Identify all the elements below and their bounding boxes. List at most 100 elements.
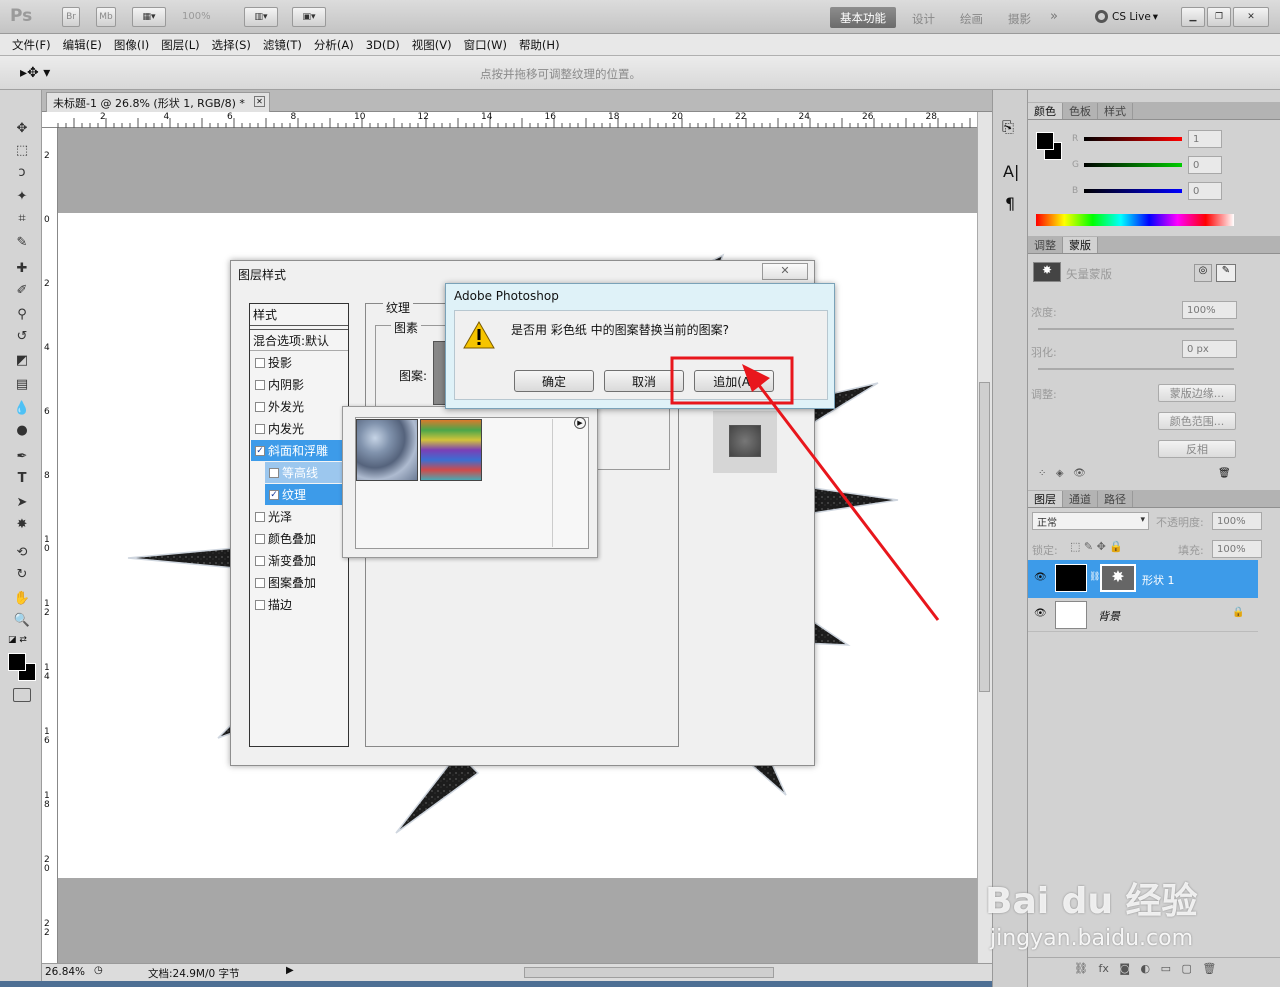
style-checkbox[interactable] [255, 577, 265, 588]
opacity-value[interactable]: 100% [1212, 512, 1262, 530]
cancel-button[interactable]: 取消 [604, 370, 684, 392]
feather-value[interactable]: 0 px [1182, 340, 1237, 358]
fill-value[interactable]: 100% [1212, 540, 1262, 558]
style-checkbox[interactable] [255, 511, 265, 522]
foreground-color-swatch[interactable] [8, 653, 26, 671]
vector-mask-icon[interactable]: ✎ [1216, 264, 1236, 282]
workspace-photography[interactable]: 摄影 [1008, 11, 1031, 27]
tab-channels[interactable]: 通道 [1063, 491, 1098, 507]
dodge-tool-icon[interactable]: ● [12, 420, 32, 440]
marquee-tool-icon[interactable]: ⬚ [12, 140, 32, 160]
mini-bridge-button[interactable]: Mb [96, 7, 116, 27]
tab-layers[interactable]: 图层 [1028, 491, 1063, 507]
style-item[interactable]: 内发光 [251, 418, 343, 439]
style-item[interactable]: 渐变叠加 [251, 550, 343, 571]
tab-color[interactable]: 颜色 [1028, 103, 1063, 119]
type-tool-icon[interactable]: T [12, 468, 32, 488]
default-colors-icon[interactable]: ◪ ⇄ [8, 635, 27, 645]
hand-tool-icon[interactable]: ✋ [12, 588, 32, 608]
gradient-tool-icon[interactable]: ▤ [12, 374, 32, 394]
menu-3d[interactable]: 3D(D) [366, 38, 400, 52]
pattern-swatch[interactable] [356, 419, 418, 481]
layer-row[interactable]: 👁 ⛓ ✸ 形状 1 [1028, 560, 1258, 598]
style-item[interactable]: 图案叠加 [251, 572, 343, 593]
quick-select-tool-icon[interactable]: ✦ [12, 186, 32, 206]
lasso-tool-icon[interactable]: ↄ [12, 162, 32, 182]
crop-tool-icon[interactable]: ⌗ [12, 208, 32, 228]
style-checkbox[interactable] [255, 533, 265, 544]
close-window-button[interactable]: ✕ [1233, 7, 1269, 27]
style-item[interactable]: 投影 [251, 352, 343, 373]
character-panel-icon[interactable]: A| [1003, 162, 1019, 181]
pattern-menu-icon[interactable]: ▶ [574, 417, 586, 429]
style-checkbox[interactable] [255, 599, 265, 610]
clone-stamp-tool-icon[interactable]: ⚲ [12, 304, 32, 324]
styles-header[interactable]: 样式 [250, 304, 348, 326]
feather-slider[interactable] [1038, 368, 1234, 370]
pixel-mask-icon[interactable]: ◎ [1194, 264, 1212, 282]
3d-orbit-tool-icon[interactable]: ↻ [12, 564, 32, 584]
layer-visibility-icon[interactable]: 👁 [1034, 608, 1047, 619]
menu-filter[interactable]: 滤镜(T) [263, 37, 302, 53]
tab-swatches[interactable]: 色板 [1063, 103, 1098, 119]
style-item[interactable]: 外发光 [251, 396, 343, 417]
menu-file[interactable]: 文件(F) [12, 37, 51, 53]
ok-button[interactable]: 确定 [514, 370, 594, 392]
tab-paths[interactable]: 路径 [1098, 491, 1133, 507]
color-range-button[interactable]: 颜色范围... [1158, 412, 1236, 430]
history-brush-tool-icon[interactable]: ↺ [12, 326, 32, 346]
paragraph-panel-icon[interactable]: ¶ [1005, 194, 1015, 213]
style-item[interactable]: 颜色叠加 [251, 528, 343, 549]
pattern-swatch[interactable] [420, 419, 482, 481]
pattern-list-scrollbar[interactable] [552, 419, 562, 547]
move-tool-icon[interactable]: ✥ [12, 118, 32, 138]
menu-window[interactable]: 窗口(W) [464, 37, 507, 53]
style-checkbox[interactable] [255, 423, 265, 434]
r-slider[interactable] [1084, 137, 1182, 141]
style-item[interactable]: 内阴影 [251, 374, 343, 395]
zoom-level-display[interactable]: 100% [182, 11, 211, 22]
layers-footer-icons[interactable]: ⛓ fx ◙ ◐ ▭ ▢ 🗑 [1028, 957, 1280, 981]
menu-select[interactable]: 选择(S) [212, 37, 251, 53]
pen-tool-icon[interactable]: ✒ [12, 446, 32, 466]
menu-layer[interactable]: 图层(L) [161, 37, 199, 53]
bridge-button[interactable]: Br [62, 7, 80, 27]
eraser-tool-icon[interactable]: ◩ [12, 350, 32, 370]
minimize-button[interactable]: ▁ [1181, 7, 1205, 27]
layer-name[interactable]: 形状 1 [1142, 572, 1175, 588]
style-item[interactable]: 光泽 [251, 506, 343, 527]
layer-visibility-icon[interactable]: 👁 [1034, 572, 1047, 583]
zoom-tool-icon[interactable]: 🔍 [12, 610, 32, 630]
b-value[interactable]: 0 [1188, 182, 1222, 200]
delete-mask-icon[interactable]: 🗑 [1218, 468, 1231, 479]
tab-masks[interactable]: 蒙版 [1063, 237, 1098, 253]
blend-mode-select[interactable]: 正常 ▾ [1032, 512, 1149, 530]
layer-name[interactable]: 背景 [1098, 608, 1120, 624]
blur-tool-icon[interactable]: 💧 [12, 398, 32, 418]
document-tab[interactable]: 未标题-1 @ 26.8% (形状 1, RGB/8) * ✕ [46, 92, 270, 112]
style-item[interactable]: 描边 [251, 594, 343, 615]
style-checkbox[interactable] [255, 401, 265, 412]
layer-row[interactable]: 👁 背景 🔒 [1028, 598, 1258, 632]
invert-button[interactable]: 反相 [1158, 440, 1236, 458]
style-checkbox[interactable] [255, 555, 265, 566]
layer-style-close-button[interactable]: ✕ [762, 263, 808, 280]
color-spectrum-bar[interactable] [1036, 214, 1234, 226]
workspace-painting[interactable]: 绘画 [960, 11, 983, 27]
color-panel-foreground[interactable] [1036, 132, 1054, 150]
workspace-design[interactable]: 设计 [912, 11, 935, 27]
horizontal-scroll-thumb[interactable] [524, 967, 774, 978]
menu-edit[interactable]: 编辑(E) [63, 37, 102, 53]
status-zoom[interactable]: 26.84% [45, 966, 85, 978]
cs-live-button[interactable]: CS Live ▾ [1095, 10, 1158, 23]
arrange-documents-button[interactable]: ▥▾ [244, 7, 278, 27]
density-value[interactable]: 100% [1182, 301, 1237, 319]
g-value[interactable]: 0 [1188, 156, 1222, 174]
close-document-icon[interactable]: ✕ [254, 96, 265, 107]
r-value[interactable]: 1 [1188, 130, 1222, 148]
style-item[interactable]: ✓ 斜面和浮雕 [251, 440, 343, 461]
vertical-scroll-thumb[interactable] [979, 382, 990, 692]
menu-view[interactable]: 视图(V) [412, 37, 452, 53]
status-menu-arrow-icon[interactable]: ▶ [286, 965, 294, 976]
style-checkbox[interactable]: ✓ [269, 489, 279, 500]
